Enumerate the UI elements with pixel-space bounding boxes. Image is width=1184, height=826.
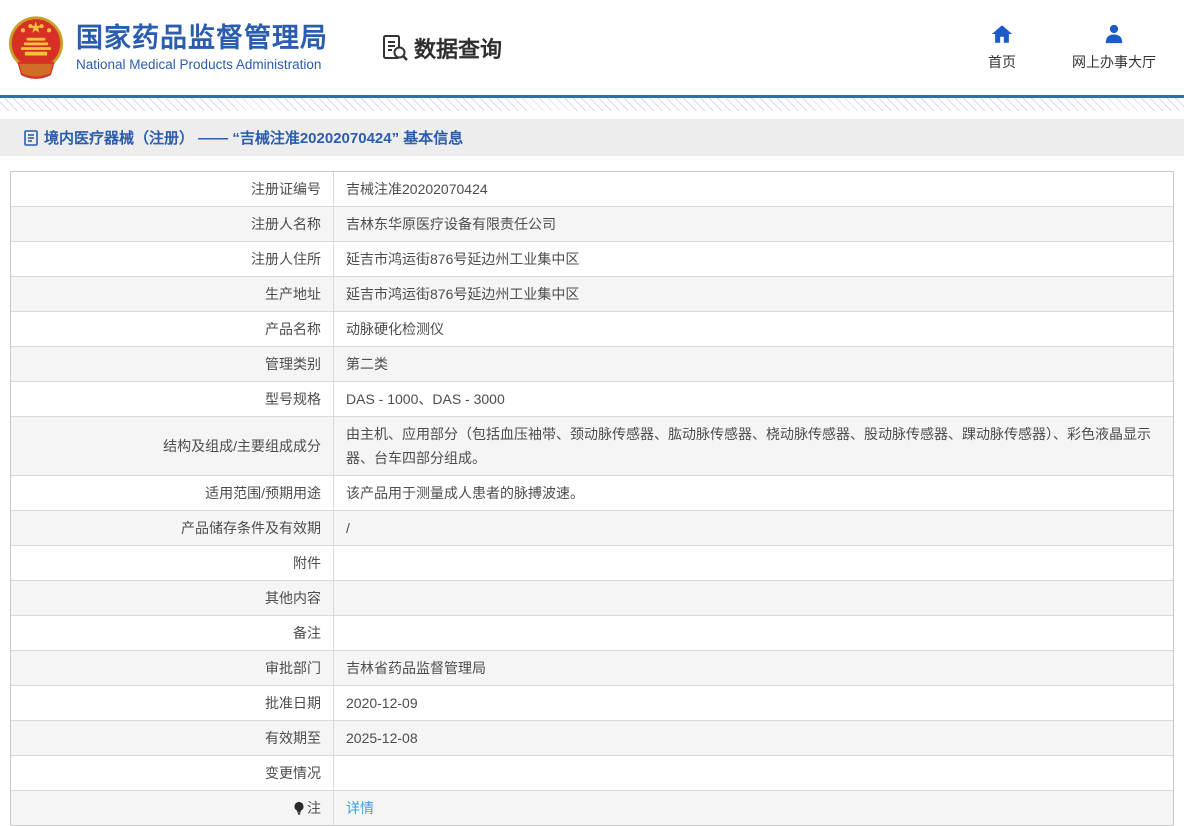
table-row: 批准日期 2020-12-09 <box>11 686 1173 721</box>
nav-home-label: 首页 <box>988 54 1016 70</box>
row-label: 备注 <box>11 616 334 650</box>
table-row: 型号规格 DAS - 1000、DAS - 3000 <box>11 382 1173 417</box>
person-icon <box>1105 24 1123 44</box>
row-value <box>334 546 1173 580</box>
row-label: 管理类别 <box>11 347 334 381</box>
data-query-label: 数据查询 <box>414 36 503 62</box>
row-value: 2020-12-09 <box>346 695 418 711</box>
row-label: 其他内容 <box>11 581 334 615</box>
table-row: 有效期至 2025-12-08 <box>11 721 1173 756</box>
document-search-icon <box>383 34 408 61</box>
table-row: 生产地址 延吉市鸿运街876号延边州工业集中区 <box>11 277 1173 312</box>
table-row: 产品名称 动脉硬化检测仪 <box>11 312 1173 347</box>
row-label: 有效期至 <box>11 721 334 755</box>
nav-online-hall[interactable]: 网上办事大厅 <box>1072 23 1156 72</box>
org-title-block: 国家药品监督管理局 National Medical Products Admi… <box>76 23 328 72</box>
table-row: 管理类别 第二类 <box>11 347 1173 382</box>
bulb-icon <box>293 801 305 816</box>
table-row: 备注 <box>11 616 1173 651</box>
row-value: 该产品用于测量成人患者的脉搏波速。 <box>346 485 584 501</box>
row-value: 由主机、应用部分（包括血压袖带、颈动脉传感器、肱动脉传感器、桡动脉传感器、股动脉… <box>346 426 1151 466</box>
nav-home[interactable]: 首页 <box>988 23 1016 72</box>
table-row: 附件 <box>11 546 1173 581</box>
row-value: 延吉市鸿运街876号延边州工业集中区 <box>346 286 580 302</box>
table-row: 注 详情 <box>11 791 1173 825</box>
row-label: 生产地址 <box>11 277 334 311</box>
row-value: 吉械注准20202070424 <box>346 181 488 197</box>
registration-info-table: 注册证编号 吉械注准20202070424 注册人名称 吉林东华原医疗设备有限责… <box>10 171 1174 826</box>
table-row: 结构及组成/主要组成成分 由主机、应用部分（包括血压袖带、颈动脉传感器、肱动脉传… <box>11 417 1173 476</box>
row-label: 变更情况 <box>11 756 334 790</box>
table-row: 审批部门 吉林省药品监督管理局 <box>11 651 1173 686</box>
header-stripe-band <box>0 98 1184 111</box>
page-header: 国家药品监督管理局 National Medical Products Admi… <box>0 0 1184 95</box>
row-value: DAS - 1000、DAS - 3000 <box>346 391 505 407</box>
row-label: 附件 <box>11 546 334 580</box>
table-row: 注册人名称 吉林东华原医疗设备有限责任公司 <box>11 207 1173 242</box>
row-label: 审批部门 <box>11 651 334 685</box>
breadcrumb: 境内医疗器械（注册） —— “吉械注准20202070424” 基本信息 <box>0 119 1184 156</box>
nav-hall-label: 网上办事大厅 <box>1072 54 1156 70</box>
row-value: 吉林省药品监督管理局 <box>346 660 486 676</box>
row-label: 结构及组成/主要组成成分 <box>11 417 334 475</box>
row-value <box>334 756 1173 790</box>
row-label: 型号规格 <box>11 382 334 416</box>
row-value: 2025-12-08 <box>346 730 418 746</box>
table-row: 注册证编号 吉械注准20202070424 <box>11 172 1173 207</box>
table-row: 产品储存条件及有效期 / <box>11 511 1173 546</box>
home-icon <box>991 25 1013 43</box>
data-query-section[interactable]: 数据查询 <box>380 32 502 64</box>
row-value <box>334 616 1173 650</box>
row-value: / <box>346 520 350 536</box>
row-label: 产品储存条件及有效期 <box>11 511 334 545</box>
row-value: 延吉市鸿运街876号延边州工业集中区 <box>346 251 580 267</box>
table-row: 适用范围/预期用途 该产品用于测量成人患者的脉搏波速。 <box>11 476 1173 511</box>
table-row: 其他内容 <box>11 581 1173 616</box>
row-label: 注 <box>11 791 334 825</box>
row-label: 注册人住所 <box>11 242 334 276</box>
table-row: 注册人住所 延吉市鸿运街876号延边州工业集中区 <box>11 242 1173 277</box>
row-label: 批准日期 <box>11 686 334 720</box>
org-name-en: National Medical Products Administration <box>76 57 322 72</box>
row-label: 注册人名称 <box>11 207 334 241</box>
detail-link[interactable]: 详情 <box>346 796 374 820</box>
row-label: 注册证编号 <box>11 172 334 206</box>
national-emblem-logo <box>8 15 64 79</box>
row-value: 详情 <box>334 791 1173 825</box>
page-title: 境内医疗器械（注册） —— “吉械注准20202070424” 基本信息 <box>44 130 464 147</box>
row-value <box>334 581 1173 615</box>
org-name-cn: 国家药品监督管理局 <box>76 23 328 53</box>
row-value: 吉林东华原医疗设备有限责任公司 <box>346 216 556 232</box>
table-row: 变更情况 <box>11 756 1173 791</box>
document-icon <box>24 129 38 146</box>
row-label: 适用范围/预期用途 <box>11 476 334 510</box>
row-label: 产品名称 <box>11 312 334 346</box>
row-value: 第二类 <box>346 356 388 372</box>
row-value: 动脉硬化检测仪 <box>346 321 444 337</box>
